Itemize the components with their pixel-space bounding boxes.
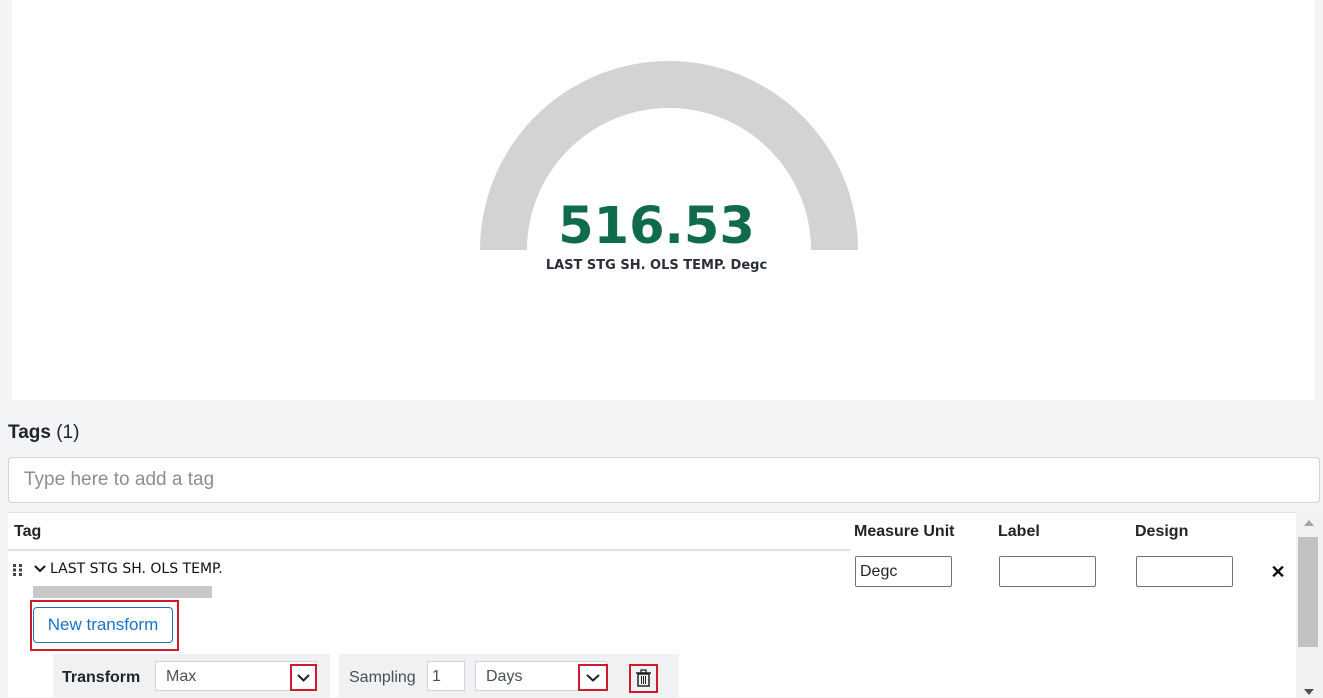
- tag-row-name: LAST STG SH. OLS TEMP.: [50, 561, 223, 577]
- column-header-tag: Tag: [14, 523, 42, 540]
- tags-heading: Tags (1): [8, 422, 79, 444]
- column-header-design: Design: [1135, 523, 1189, 540]
- redacted-description: [33, 586, 212, 598]
- gauge-label: LAST STG SH. OLS TEMP. Degc: [545, 258, 768, 273]
- sampling-amount-input[interactable]: 1: [427, 661, 465, 691]
- new-transform-button[interactable]: New transform: [33, 607, 173, 643]
- tag-search-input[interactable]: [8, 457, 1320, 503]
- tags-title: Tags: [8, 422, 51, 443]
- gauge-value: 516.53: [558, 197, 755, 256]
- delete-transform-button[interactable]: [629, 664, 658, 693]
- tags-count: (1): [56, 422, 80, 443]
- trash-icon: [636, 669, 651, 687]
- scroll-down-arrow-icon[interactable]: [1304, 689, 1314, 695]
- sampling-row: Sampling 1 Days: [339, 654, 679, 698]
- scrollbar-thumb[interactable]: [1298, 537, 1318, 647]
- transform-row: Transform Max: [53, 654, 330, 698]
- scroll-up-arrow-icon[interactable]: [1304, 520, 1314, 526]
- chevron-down-icon[interactable]: [33, 563, 47, 575]
- transform-dropdown-button[interactable]: [290, 664, 317, 691]
- tags-table: Tag Measure Unit Label Design LAST STG S…: [8, 512, 1296, 698]
- column-header-measure-unit: Measure Unit: [854, 523, 955, 540]
- table-scrollbar[interactable]: [1296, 512, 1323, 697]
- chevron-down-icon: [586, 674, 600, 682]
- transform-label: Transform: [62, 669, 141, 686]
- column-header-label: Label: [998, 523, 1040, 540]
- close-icon[interactable]: ✕: [1270, 562, 1286, 582]
- design-input[interactable]: [1136, 556, 1233, 587]
- sampling-label: Sampling: [349, 669, 416, 686]
- measure-unit-input[interactable]: [855, 556, 952, 587]
- label-input[interactable]: [999, 556, 1096, 587]
- chevron-down-icon: [297, 674, 310, 682]
- sampling-unit-value: Days: [486, 668, 523, 685]
- drag-handle-icon[interactable]: [13, 564, 23, 576]
- sampling-amount-value: 1: [432, 668, 441, 685]
- sampling-unit-dropdown-button[interactable]: [578, 664, 608, 691]
- header-divider: [8, 549, 850, 551]
- transform-select-value: Max: [166, 668, 197, 685]
